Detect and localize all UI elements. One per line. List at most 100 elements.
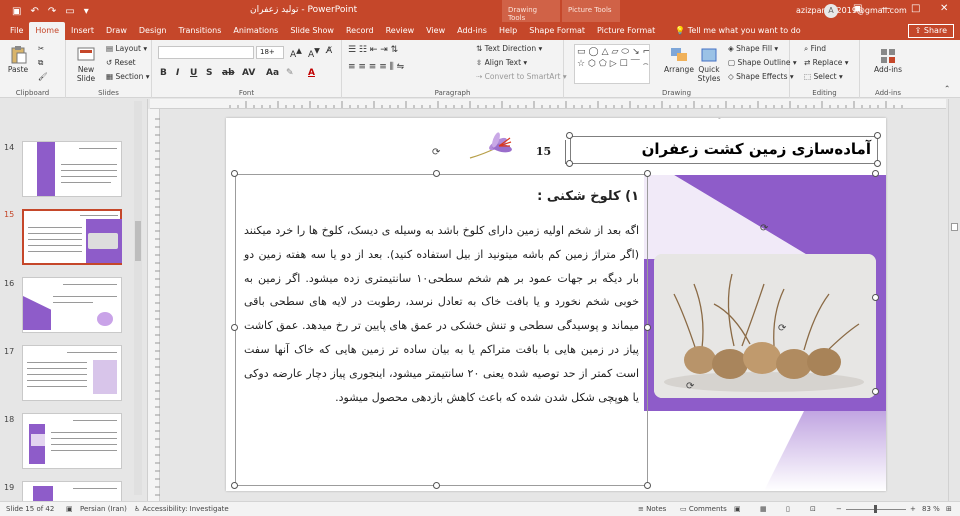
saffron-corms-photo[interactable]: [654, 254, 876, 398]
close-icon[interactable]: ✕: [940, 3, 948, 14]
format-painter-icon[interactable]: 🖌: [38, 72, 48, 81]
arrange-button[interactable]: Arrange: [664, 46, 694, 74]
thumbnail-slide-19[interactable]: [22, 481, 122, 501]
resize-handle[interactable]: [874, 132, 881, 139]
new-slide-button[interactable]: New Slide: [70, 46, 102, 83]
convert-smartart-button[interactable]: ⇢ Convert to SmartArt ▾: [476, 72, 567, 81]
tab-view[interactable]: View: [420, 22, 451, 40]
replace-button[interactable]: ⇄ Replace ▾: [804, 58, 849, 67]
resize-handle[interactable]: [231, 170, 238, 177]
resize-handle[interactable]: [433, 170, 440, 177]
bold-icon[interactable]: B: [160, 68, 167, 78]
collapse-ribbon-icon[interactable]: ⌃: [944, 84, 950, 93]
add-ins-button[interactable]: Add-ins: [870, 46, 906, 74]
rotate-handle-icon[interactable]: ⟳: [432, 148, 442, 158]
find-button[interactable]: ⌕ Find: [804, 44, 826, 54]
slide-sorter-icon[interactable]: ▦: [760, 505, 767, 513]
accessibility-status[interactable]: ♿ Accessibility: Investigate: [134, 505, 229, 513]
align-text-button[interactable]: ⇳ Align Text ▾: [476, 58, 527, 67]
share-button[interactable]: ⇪ Share: [907, 24, 954, 38]
character-spacing-icon[interactable]: AV: [242, 68, 255, 78]
scroll-handle[interactable]: [951, 223, 958, 231]
decrease-font-icon[interactable]: A▼: [308, 46, 320, 60]
reading-view-icon[interactable]: ▯: [786, 505, 790, 513]
cut-icon[interactable]: ✂: [38, 44, 44, 53]
resize-handle[interactable]: [231, 324, 238, 331]
fit-to-window-icon[interactable]: ⊞: [946, 505, 952, 513]
rotate-handle-icon[interactable]: ⟳: [716, 118, 726, 122]
spelling-icon[interactable]: ▣: [66, 505, 73, 513]
resize-handle[interactable]: [566, 160, 573, 167]
section-button[interactable]: ▦ Section ▾: [106, 72, 150, 81]
resize-handle[interactable]: [644, 482, 651, 489]
select-button[interactable]: ⬚ Select ▾: [804, 72, 843, 81]
thumbnail-slide-15[interactable]: [22, 209, 122, 265]
tab-slide-show[interactable]: Slide Show: [284, 22, 340, 40]
save-icon[interactable]: ▣: [12, 6, 21, 17]
resize-handle[interactable]: [644, 324, 651, 331]
resize-handle[interactable]: [872, 170, 879, 177]
avatar[interactable]: A: [824, 4, 838, 18]
title-textbox[interactable]: آماده‌سازی زمین کشت زعفران: [570, 136, 878, 164]
maximize-icon[interactable]: □: [911, 3, 920, 14]
italic-icon[interactable]: I: [176, 68, 179, 78]
reset-button[interactable]: ↺ Reset: [106, 58, 136, 67]
zoom-level[interactable]: 83 %: [922, 505, 940, 513]
undo-icon[interactable]: ↶: [30, 6, 38, 17]
shadow-icon[interactable]: S: [206, 68, 212, 78]
slide-number-box[interactable]: 15: [522, 140, 566, 164]
customize-qat-icon[interactable]: ▾: [84, 6, 89, 17]
body-textbox[interactable]: ۱) کلوخ شکنی : اگه بعد از شخم اولیه زمین…: [235, 174, 648, 486]
tab-file[interactable]: File: [0, 22, 29, 40]
thumbnails-scrollbar[interactable]: [134, 101, 142, 495]
tab-picture-format[interactable]: Picture Format: [591, 22, 661, 40]
minimize-icon[interactable]: —: [881, 3, 891, 14]
rotate-handle-icon[interactable]: ⟳: [760, 224, 770, 234]
resize-handle[interactable]: [566, 132, 573, 139]
resize-handle[interactable]: [644, 170, 651, 177]
tab-transitions[interactable]: Transitions: [173, 22, 228, 40]
comments-button[interactable]: ▭ Comments: [680, 505, 727, 513]
font-size-dropdown[interactable]: 18+: [256, 46, 284, 59]
tab-draw[interactable]: Draw: [100, 22, 133, 40]
slideshow-icon[interactable]: ⊡: [810, 505, 816, 513]
tab-home[interactable]: Home: [29, 22, 66, 40]
shapes-gallery[interactable]: ▭◯△▱⬭↘⌐⌒⟋◠{}☆⬡⬠▷☐⎺⌢: [574, 44, 650, 84]
shape-fill-button[interactable]: ◈ Shape Fill ▾: [728, 44, 778, 53]
tab-insert[interactable]: Insert: [65, 22, 100, 40]
resize-handle[interactable]: [872, 294, 879, 301]
normal-view-icon[interactable]: ▣: [734, 505, 741, 513]
quick-styles-button[interactable]: Quick Styles: [694, 46, 724, 83]
tab-review[interactable]: Review: [380, 22, 421, 40]
thumbnails-scroll-handle[interactable]: [135, 221, 141, 261]
tab-record[interactable]: Record: [340, 22, 380, 40]
copy-icon[interactable]: ⧉: [38, 58, 43, 68]
language-status[interactable]: Persian (Iran): [80, 505, 127, 513]
tab-shape-format[interactable]: Shape Format: [523, 22, 591, 40]
font-color-icon[interactable]: A: [308, 68, 315, 78]
slide-canvas[interactable]: آماده‌سازی زمین کشت زعفران 15 ۱) کلوخ شک…: [226, 118, 886, 491]
layout-button[interactable]: ▤ Layout ▾: [106, 44, 147, 53]
paste-button[interactable]: Paste: [4, 46, 32, 74]
resize-handle[interactable]: [433, 482, 440, 489]
tab-add-ins[interactable]: Add-ins: [451, 22, 493, 40]
increase-font-icon[interactable]: A▲: [290, 46, 302, 60]
thumbnail-slide-18[interactable]: [22, 413, 122, 469]
thumbnail-slide-14[interactable]: [22, 141, 122, 197]
redo-icon[interactable]: ↷: [48, 6, 56, 17]
zoom-in-icon[interactable]: +: [910, 505, 916, 513]
alignment-icons[interactable]: ≡ ≡ ≡ ≡ ⫼ ⇋: [348, 62, 404, 72]
thumbnail-slide-17[interactable]: [22, 345, 122, 401]
ribbon-display-options-icon[interactable]: ▣: [853, 3, 862, 14]
font-name-dropdown[interactable]: [158, 46, 254, 59]
zoom-slider-thumb[interactable]: [874, 505, 877, 513]
resize-handle[interactable]: [874, 160, 881, 167]
resize-handle[interactable]: [231, 482, 238, 489]
thumbnail-slide-16[interactable]: [22, 277, 122, 333]
tab-animations[interactable]: Animations: [227, 22, 284, 40]
bullets-icon[interactable]: ☰ ☷ ⇤ ⇥ ⇅: [348, 45, 398, 55]
rotate-handle-icon[interactable]: ⟳: [686, 382, 696, 392]
notes-button[interactable]: ≡ Notes: [638, 505, 666, 513]
start-from-beginning-icon[interactable]: ▭: [65, 6, 74, 17]
shape-effects-button[interactable]: ◇ Shape Effects ▾: [728, 72, 794, 81]
